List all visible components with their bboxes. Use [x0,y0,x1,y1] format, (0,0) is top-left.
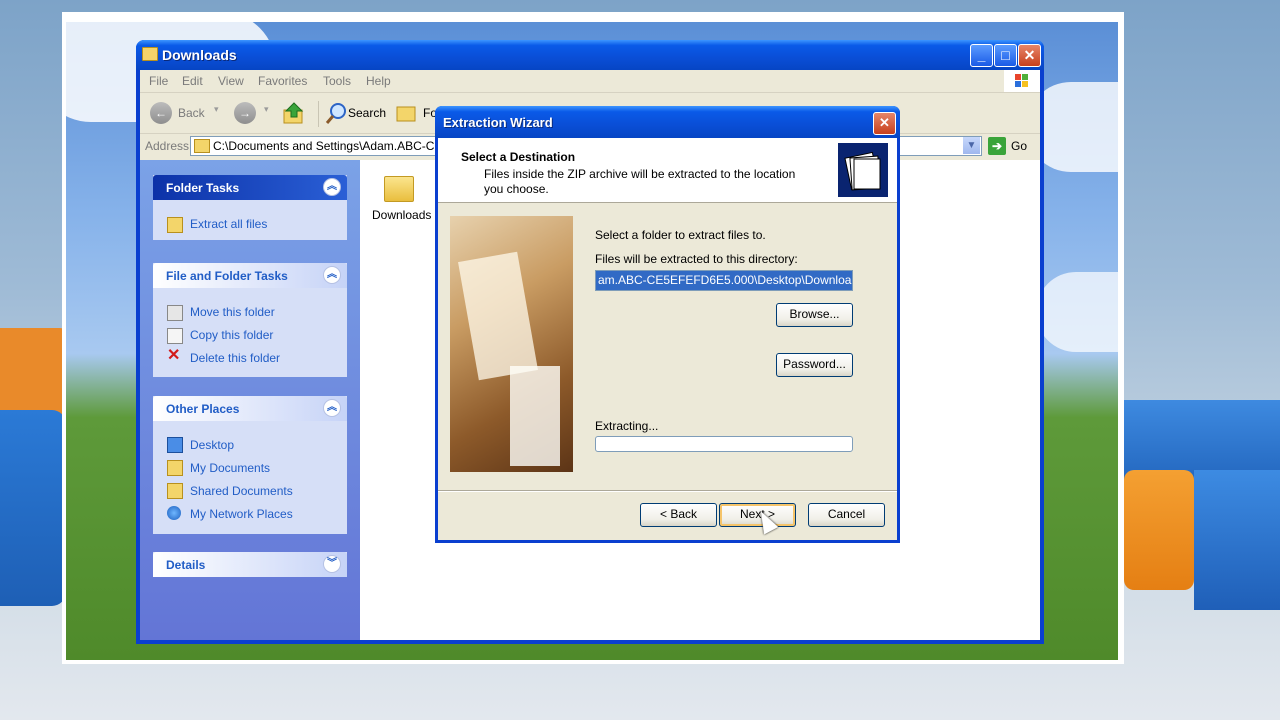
back-label[interactable]: Back [178,106,205,120]
copy-folder-link[interactable]: Copy this folder [190,328,273,342]
folder-tasks-panel: Folder Tasks ︽ Extract all files [153,175,347,240]
folder-tasks-header[interactable]: Folder Tasks ︽ [153,175,347,200]
forward-arrow-icon[interactable]: → [234,102,256,124]
extracting-label: Extracting... [595,419,659,433]
menu-bar: File Edit View Favorites Tools Help [140,70,1040,93]
expand-icon[interactable]: ︾ [323,555,341,573]
panel-title: Details [166,558,206,572]
chevron-down-icon[interactable]: ▾ [214,104,219,115]
other-places-header[interactable]: Other Places ︽ [153,396,347,421]
desktop-link[interactable]: Desktop [190,438,234,452]
paper-graphic [458,251,538,381]
back-button[interactable]: < Back [640,503,717,527]
background-decor [1194,470,1280,610]
extraction-progress-bar [595,436,853,452]
panel-title: Other Places [166,402,240,416]
explorer-titlebar[interactable]: Downloads _ □ ✕ [136,40,1044,70]
background-decor [0,410,66,606]
address-value: C:\Documents and Settings\Adam.ABC-CE5 [213,139,450,153]
move-folder-link[interactable]: Move this folder [190,305,275,319]
delete-x-icon: ✕ [167,347,181,364]
paper-graphic [510,366,560,466]
file-folder-tasks-panel: File and Folder Tasks ︽ Move this folder… [153,263,347,377]
directory-label: Files will be extracted to this director… [595,252,798,266]
file-folder-tasks-header[interactable]: File and Folder Tasks ︽ [153,263,347,288]
window-title: Downloads [162,47,237,63]
dialog-title: Extraction Wizard [443,115,553,130]
chevron-down-icon[interactable]: ▾ [264,104,269,115]
back-arrow-icon[interactable]: ← [150,102,172,124]
background-decor [0,328,70,418]
minimize-button[interactable]: _ [970,44,993,67]
panel-title: File and Folder Tasks [166,269,288,283]
details-header[interactable]: Details ︾ [153,552,347,577]
step-title: Select a Destination [461,150,576,164]
collapse-icon[interactable]: ︽ [323,266,341,284]
panel-title: Folder Tasks [166,181,240,195]
other-places-panel: Other Places ︽ Desktop My Documents Shar… [153,396,347,534]
shared-documents-link[interactable]: Shared Documents [190,484,293,498]
dialog-titlebar[interactable]: Extraction Wizard ✕ [435,106,900,138]
folder-icon [194,139,210,153]
windows-logo-icon [1004,70,1040,92]
toolbar-separator [318,101,319,127]
folder-icon [142,47,158,61]
menu-tools[interactable]: Tools [323,74,351,88]
zip-folder-icon [838,143,888,197]
close-button[interactable]: ✕ [1018,44,1041,67]
details-panel: Details ︾ [153,552,347,577]
task-pane: Folder Tasks ︽ Extract all files File an… [140,160,360,640]
copy-folder-icon [167,328,183,344]
folders-icon[interactable] [396,103,418,123]
extract-all-link[interactable]: Extract all files [190,217,267,231]
menu-help[interactable]: Help [366,74,391,88]
delete-folder-link[interactable]: Delete this folder [190,351,280,365]
destination-path-input[interactable]: am.ABC-CE5EFEFD6E5.000\Desktop\Downloads [595,270,853,291]
browse-button[interactable]: Browse... [776,303,853,327]
menu-favorites[interactable]: Favorites [258,74,307,88]
cancel-button[interactable]: Cancel [808,503,885,527]
go-arrow-icon[interactable]: ➔ [988,137,1006,155]
menu-view[interactable]: View [218,74,244,88]
go-label[interactable]: Go [1011,139,1027,153]
background-decor [1124,400,1280,480]
step-description: Files inside the ZIP archive will be ext… [484,167,796,196]
cloud [1036,272,1118,352]
background-decor [1124,470,1194,590]
address-label: Address [145,139,190,153]
dropdown-arrow-icon[interactable]: ▼ [963,137,980,154]
search-icon[interactable] [324,101,348,125]
up-folder-icon[interactable] [282,101,306,125]
search-label[interactable]: Search [348,106,386,120]
shared-documents-icon [167,483,183,499]
maximize-button[interactable]: □ [994,44,1017,67]
folder-item-label[interactable]: Downloads [372,208,431,222]
my-documents-link[interactable]: My Documents [190,461,270,475]
password-button[interactable]: Password... [776,353,853,377]
select-folder-label: Select a folder to extract files to. [595,228,766,242]
destination-path-value: am.ABC-CE5EFEFD6E5.000\Desktop\Downloads [598,273,853,287]
folder-icon[interactable] [384,176,414,202]
collapse-icon[interactable]: ︽ [323,399,341,417]
menu-edit[interactable]: Edit [182,74,203,88]
desktop-icon [167,437,183,453]
wizard-side-image [450,216,573,472]
dialog-body: Select a Destination Files inside the ZI… [438,138,897,540]
move-folder-icon [167,305,183,321]
extraction-wizard-dialog: Extraction Wizard ✕ Select a Destination… [435,106,900,543]
close-button[interactable]: ✕ [873,112,896,135]
my-documents-icon [167,460,183,476]
network-places-icon [167,506,181,520]
network-places-link[interactable]: My Network Places [190,507,293,521]
dialog-separator [438,490,897,492]
wizard-header: Select a Destination Files inside the ZI… [438,138,897,203]
collapse-icon[interactable]: ︽ [323,178,341,196]
menu-file[interactable]: File [149,74,168,88]
extract-icon [167,217,183,233]
